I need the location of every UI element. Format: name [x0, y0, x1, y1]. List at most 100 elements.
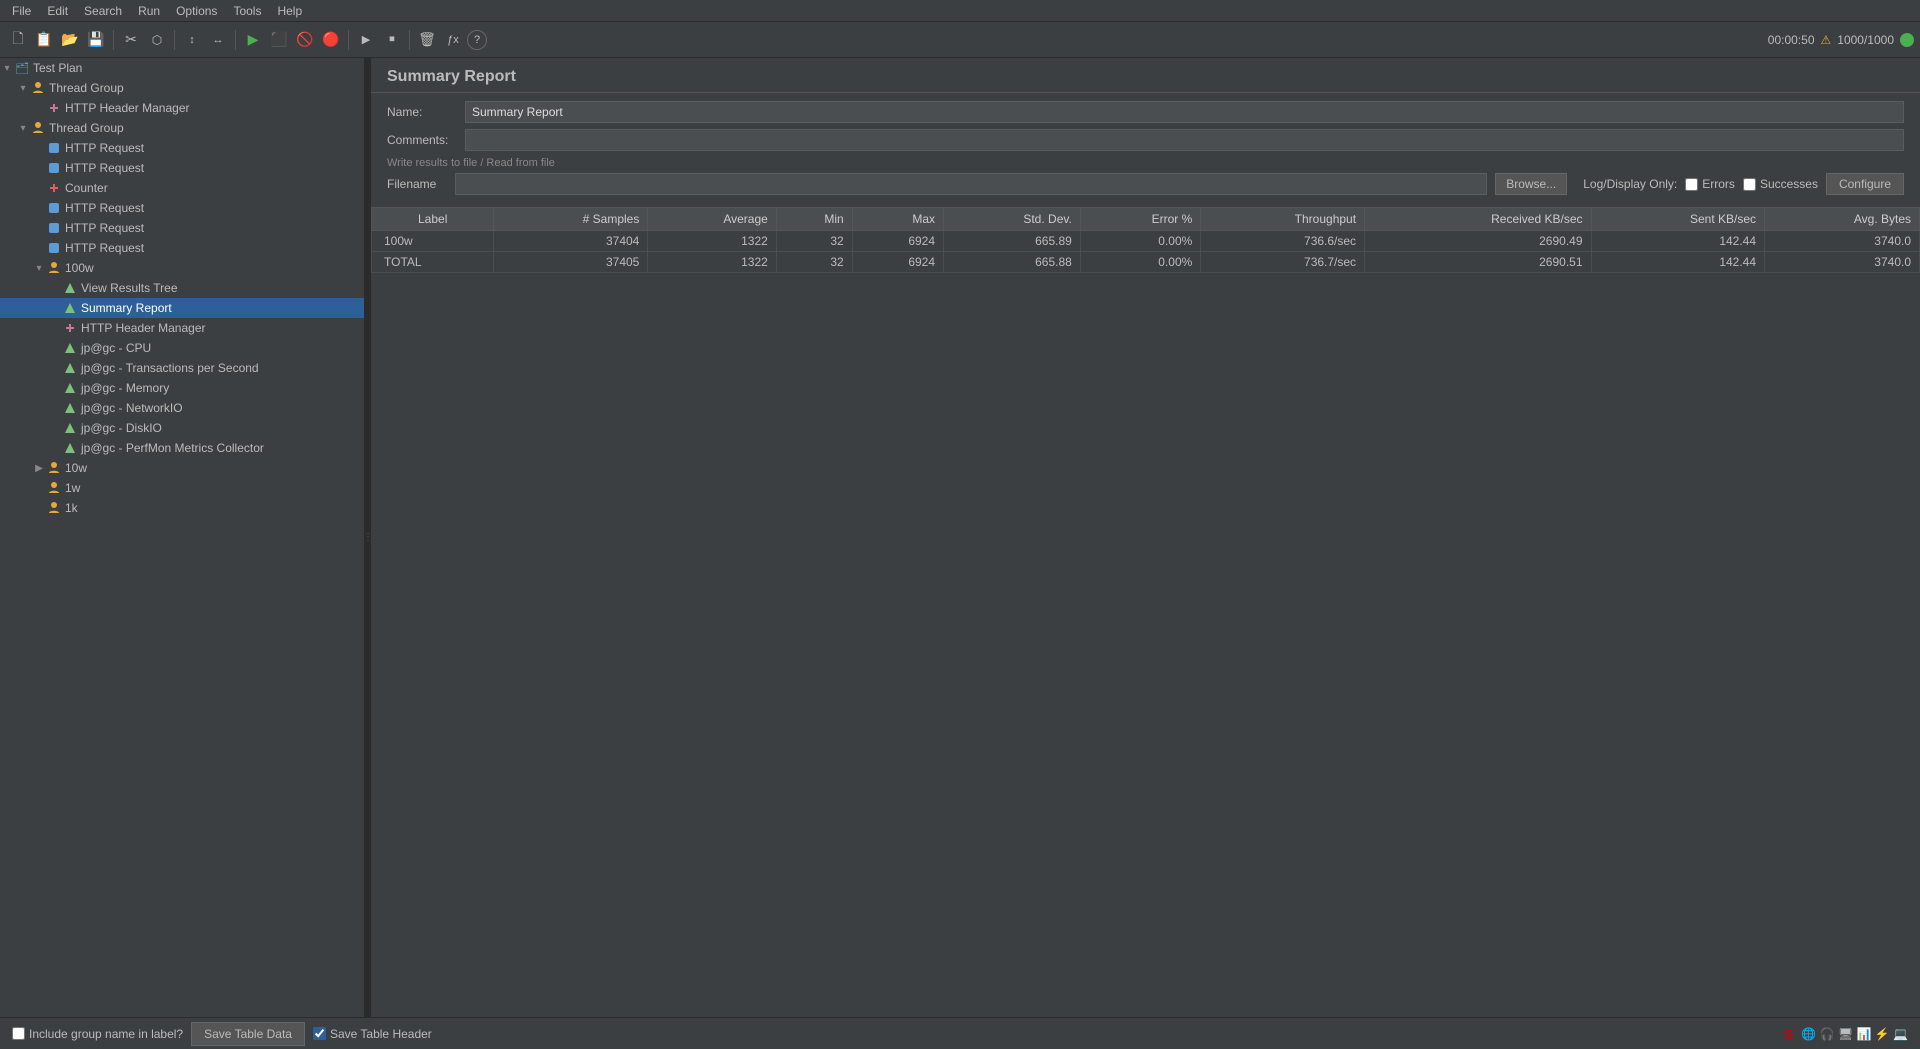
tree-icon-jp-gc-networkio: [62, 400, 78, 416]
new-button[interactable]: 🗋: [6, 28, 30, 52]
sidebar-item-view-results-tree[interactable]: View Results Tree: [0, 278, 364, 298]
sidebar-label-http-request-5: HTTP Request: [65, 241, 144, 255]
tree-icon-http-header-manager-1: [46, 100, 62, 116]
stop-button[interactable]: ⬛: [267, 28, 291, 52]
menubar: File Edit Search Run Options Tools Help: [0, 0, 1920, 22]
toolbar-right: 00:00:50 ⚠ 1000/1000: [1768, 33, 1914, 47]
toolbar: 🗋 📋 📂 💾 ✂ ⬡ ↕ ↔ ▶ ⬛ 🚫 🔴 ▶ ⏹ 🗑 ƒx ? 00:00…: [0, 22, 1920, 58]
sidebar-item-10w[interactable]: ▶10w: [0, 458, 364, 478]
include-group-checkbox[interactable]: [12, 1027, 25, 1040]
table-cell: 100w: [372, 231, 494, 252]
save-header-checkbox-group: Save Table Header: [313, 1027, 432, 1041]
sidebar-item-http-request-4[interactable]: HTTP Request: [0, 218, 364, 238]
sep1: [113, 30, 114, 50]
sidebar-item-jp-gc-perfmon[interactable]: jp@gc - PerfMon Metrics Collector: [0, 438, 364, 458]
sidebar-item-jp-gc-networkio[interactable]: jp@gc - NetworkIO: [0, 398, 364, 418]
save-table-header-label: Save Table Header: [330, 1027, 432, 1041]
menu-file[interactable]: File: [4, 2, 39, 20]
tree-icon-jp-gc-cpu: [62, 340, 78, 356]
sidebar-item-jp-gc-tps[interactable]: jp@gc - Transactions per Second: [0, 358, 364, 378]
tree-icon-http-request-5: [46, 240, 62, 256]
save-button[interactable]: 💾: [84, 28, 108, 52]
results-table: Label # Samples Average Min Max Std. Dev…: [371, 207, 1920, 1017]
errors-checkbox[interactable]: [1685, 178, 1698, 191]
clear-results-button[interactable]: 🗑: [415, 28, 439, 52]
menu-help[interactable]: Help: [269, 2, 310, 20]
successes-checkbox[interactable]: [1743, 178, 1756, 191]
timer-display: 00:00:50: [1768, 33, 1815, 47]
comments-input[interactable]: [465, 129, 1904, 151]
sidebar-item-http-request-2[interactable]: HTTP Request: [0, 158, 364, 178]
sidebar-item-1w[interactable]: 1w: [0, 478, 364, 498]
table-cell: 0.00%: [1080, 231, 1200, 252]
remote-stop-button[interactable]: ⏹: [380, 28, 404, 52]
successes-checkbox-group: Successes: [1743, 177, 1818, 191]
sidebar-item-1k[interactable]: 1k: [0, 498, 364, 518]
templates-button[interactable]: 📋: [32, 28, 56, 52]
open-button[interactable]: 📂: [58, 28, 82, 52]
filename-input[interactable]: [455, 173, 1487, 195]
stop-all-button[interactable]: 🚫: [293, 28, 317, 52]
tree-icon-10w: [46, 460, 62, 476]
sidebar-item-http-request-3[interactable]: HTTP Request: [0, 198, 364, 218]
sidebar-label-http-request-2: HTTP Request: [65, 161, 144, 175]
sidebar-item-counter[interactable]: Counter: [0, 178, 364, 198]
sidebar-item-summary-report[interactable]: Summary Report: [0, 298, 364, 318]
report-form: Name: Comments: Write results to file / …: [371, 93, 1920, 203]
sidebar-item-thread-group-2[interactable]: ▾Thread Group: [0, 118, 364, 138]
col-max: Max: [852, 208, 943, 231]
remote-start-button[interactable]: ▶: [354, 28, 378, 52]
sidebar-item-thread-group-1[interactable]: ▾Thread Group: [0, 78, 364, 98]
tree-icon-thread-group-2: [30, 120, 46, 136]
sidebar-item-jp-gc-memory[interactable]: jp@gc - Memory: [0, 378, 364, 398]
sidebar-item-http-request-1[interactable]: HTTP Request: [0, 138, 364, 158]
include-group-checkbox-group: Include group name in label?: [12, 1027, 183, 1041]
expand-button[interactable]: ↕: [180, 28, 204, 52]
col-error: Error %: [1080, 208, 1200, 231]
help-button[interactable]: ?: [467, 30, 487, 50]
save-table-data-button[interactable]: Save Table Data: [191, 1022, 305, 1046]
logo-text: 🌐 🎧 🖥 📊 ⚡ 💻: [1801, 1027, 1908, 1041]
browse-button[interactable]: Browse...: [1495, 173, 1567, 195]
cut-button[interactable]: ✂: [119, 28, 143, 52]
sidebar-item-test-plan[interactable]: ▾🗂Test Plan: [0, 58, 364, 78]
function-helper-button[interactable]: ƒx: [441, 28, 465, 52]
configure-button[interactable]: Configure: [1826, 173, 1904, 195]
copy-button[interactable]: ⬡: [145, 28, 169, 52]
sidebar-item-jp-gc-cpu[interactable]: jp@gc - CPU: [0, 338, 364, 358]
table-row[interactable]: TOTAL374051322326924665.880.00%736.7/sec…: [372, 252, 1920, 273]
collapse-button[interactable]: ↔: [206, 28, 230, 52]
sidebar-label-jp-gc-memory: jp@gc - Memory: [81, 381, 169, 395]
name-input[interactable]: [465, 101, 1904, 123]
menu-edit[interactable]: Edit: [39, 2, 76, 20]
sidebar-item-100w[interactable]: ▾100w: [0, 258, 364, 278]
sidebar-item-http-header-manager-2[interactable]: HTTP Header Manager: [0, 318, 364, 338]
menu-run[interactable]: Run: [130, 2, 168, 20]
bottom-bar: Include group name in label? Save Table …: [0, 1017, 1920, 1049]
sidebar-item-http-header-manager-1[interactable]: HTTP Header Manager: [0, 98, 364, 118]
table-cell: 2690.51: [1365, 252, 1591, 273]
run-button[interactable]: ▶: [241, 28, 265, 52]
tree-icon-jp-gc-memory: [62, 380, 78, 396]
sidebar-item-http-request-5[interactable]: HTTP Request: [0, 238, 364, 258]
sidebar-label-http-request-4: HTTP Request: [65, 221, 144, 235]
table-cell: 736.6/sec: [1201, 231, 1365, 252]
tree-icon-http-request-1: [46, 140, 62, 156]
menu-tools[interactable]: Tools: [225, 2, 269, 20]
table-cell: 32: [776, 231, 852, 252]
menu-search[interactable]: Search: [76, 2, 130, 20]
filename-label: Filename: [387, 177, 447, 191]
shutdown-button[interactable]: 🔴: [319, 28, 343, 52]
menu-options[interactable]: Options: [168, 2, 225, 20]
tree-arrow-100w: ▾: [32, 263, 46, 274]
table-cell: 0.00%: [1080, 252, 1200, 273]
sidebar-label-thread-group-2: Thread Group: [49, 121, 124, 135]
sidebar-label-test-plan: Test Plan: [33, 61, 82, 75]
tree-icon-test-plan: 🗂: [14, 60, 30, 76]
save-table-header-checkbox[interactable]: [313, 1027, 326, 1040]
sep5: [409, 30, 410, 50]
table-row[interactable]: 100w374041322326924665.890.00%736.6/sec2…: [372, 231, 1920, 252]
sidebar-item-jp-gc-diskio[interactable]: jp@gc - DiskIO: [0, 418, 364, 438]
table-cell: 736.7/sec: [1201, 252, 1365, 273]
sidebar: ▾🗂Test Plan▾Thread Group HTTP Header Man…: [0, 58, 365, 1017]
